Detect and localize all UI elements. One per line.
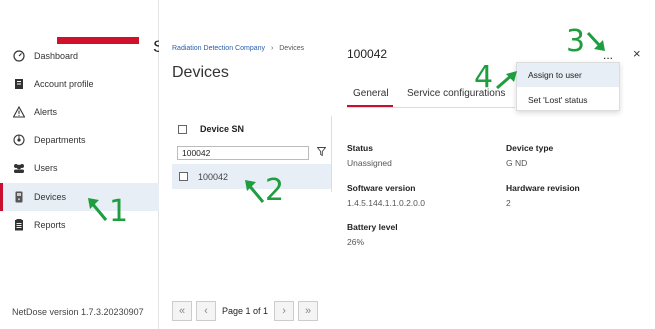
battery-level-value: 26%: [347, 237, 365, 247]
close-icon[interactable]: ×: [633, 46, 641, 61]
hardware-revision-value: 2: [506, 198, 511, 208]
dashboard-icon: [12, 49, 26, 63]
select-all-checkbox[interactable]: [178, 124, 187, 134]
page-indicator: Page 1 of 1: [222, 306, 269, 316]
sidebar-item-departments[interactable]: Departments: [0, 126, 159, 154]
sidebar-item-devices[interactable]: Devices: [0, 183, 159, 211]
sidebar-item-label: Devices: [34, 192, 67, 202]
page-title: Devices: [172, 64, 229, 81]
column-header-device-sn[interactable]: Device SN: [200, 124, 244, 134]
sidebar: Dashboard Account profile Alerts Departm…: [0, 0, 159, 329]
menu-item-set-lost-status[interactable]: Set 'Lost' status: [517, 88, 619, 112]
annotation-number-2: 2: [265, 173, 285, 208]
sidebar-item-label: Account profile: [34, 79, 94, 89]
sidebar-item-dashboard[interactable]: Dashboard: [0, 42, 159, 70]
more-options-menu: Assign to user Set 'Lost' status: [516, 62, 620, 111]
sidebar-item-label: Alerts: [34, 107, 58, 117]
column-divider: [331, 116, 332, 192]
annotation-arrow-2: [245, 180, 265, 203]
account-profile-icon: [12, 77, 26, 91]
device-type-value: G ND: [506, 158, 528, 168]
reports-icon: [12, 218, 26, 232]
sidebar-item-label: Dashboard: [34, 51, 79, 61]
column-header-row: Device SN: [178, 124, 244, 134]
departments-icon: [12, 133, 26, 147]
tab-general[interactable]: General: [353, 88, 389, 99]
brand-logo-bar: [57, 37, 139, 44]
next-page-button[interactable]: ›: [274, 301, 295, 321]
annotation-number-3: 3: [566, 24, 586, 59]
sidebar-item-label: Users: [34, 163, 58, 173]
filter-row: [177, 144, 331, 161]
hardware-revision-label: Hardware revision: [506, 183, 580, 193]
sidebar-item-account-profile[interactable]: Account profile: [0, 70, 159, 98]
sidebar-item-reports[interactable]: Reports: [0, 211, 159, 239]
users-icon: [12, 161, 26, 175]
status-value: Unassigned: [347, 158, 392, 168]
pagination: « ‹ Page 1 of 1 › »: [172, 301, 322, 321]
status-label: Status: [347, 143, 373, 153]
software-version-value: 1.4.5.144.1.1.0.2.0.0: [347, 198, 425, 208]
prev-page-button[interactable]: ‹: [196, 301, 216, 321]
last-page-button[interactable]: »: [298, 301, 319, 321]
row-checkbox[interactable]: [179, 172, 188, 181]
serial-filter-input[interactable]: [177, 145, 309, 160]
device-type-label: Device type: [506, 143, 554, 153]
alert-triangle-icon: [12, 105, 26, 119]
sidebar-item-label: Departments: [34, 135, 86, 145]
detail-title: 100042: [347, 47, 388, 61]
annotation-number-4: 4: [474, 60, 494, 95]
sidebar-item-label: Reports: [34, 220, 66, 230]
annotation-arrow-4: [496, 71, 517, 90]
breadcrumb-company-link[interactable]: Radiation Detection Company: [172, 45, 265, 52]
breadcrumb: Radiation Detection Company › Devices: [172, 45, 304, 52]
device-serial-cell: 100042: [198, 171, 229, 182]
battery-level-label: Battery level: [347, 222, 398, 232]
annotation-arrow-3: [586, 31, 605, 51]
annotation-number-1: 1: [109, 194, 129, 229]
sidebar-item-users[interactable]: Users: [0, 154, 159, 182]
filter-icon[interactable]: [316, 147, 327, 158]
sidebar-item-alerts[interactable]: Alerts: [0, 98, 159, 126]
menu-item-assign-to-user[interactable]: Assign to user: [517, 63, 619, 87]
annotation-arrow-1: [88, 198, 108, 221]
device-icon: [12, 190, 26, 204]
version-label: NetDose version 1.7.3.20230907: [12, 307, 144, 317]
software-version-label: Software version: [347, 183, 416, 193]
tabs-divider: [347, 107, 515, 108]
first-page-button[interactable]: «: [172, 301, 192, 321]
breadcrumb-separator: ›: [270, 45, 274, 52]
breadcrumb-current: Devices: [279, 45, 305, 52]
